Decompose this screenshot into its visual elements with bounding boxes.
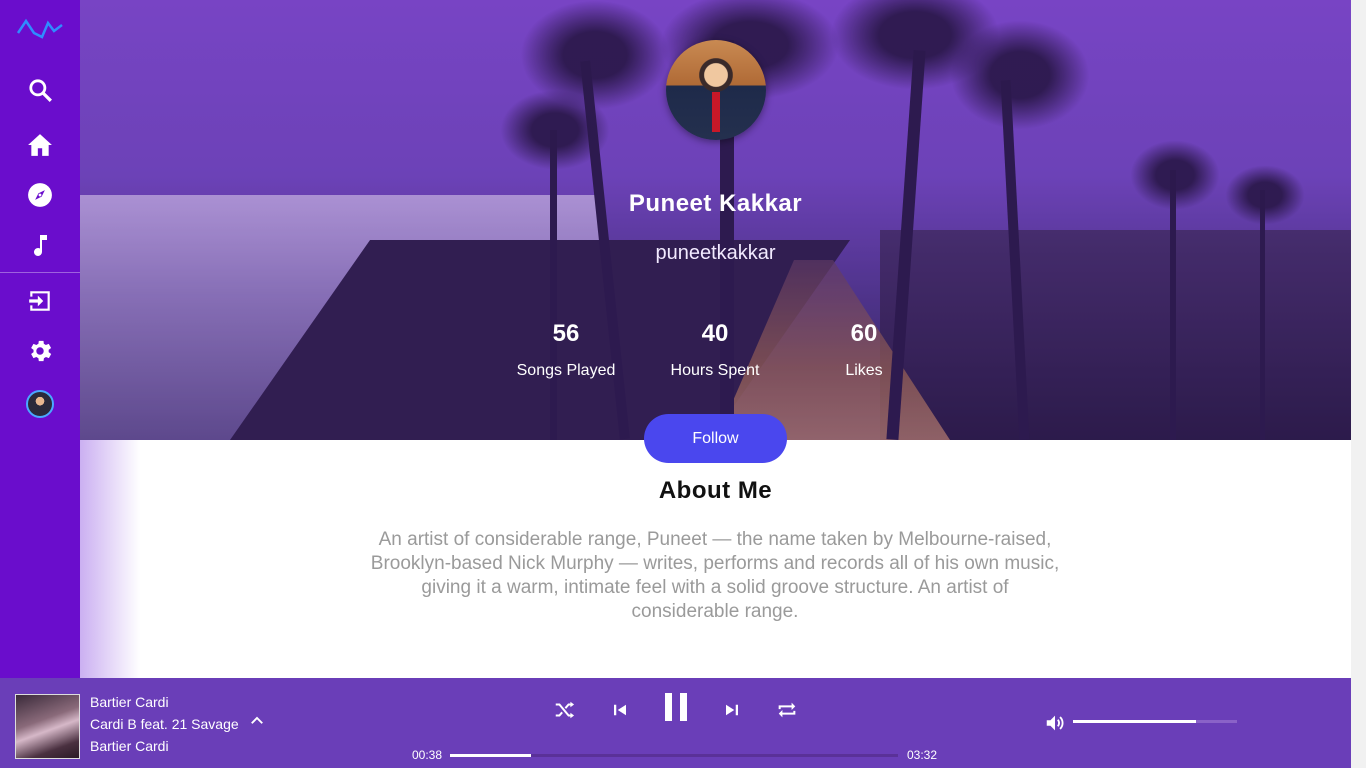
stat-hours-spent: 40 Hours Spent <box>640 320 790 380</box>
follow-button[interactable]: Follow <box>644 414 787 463</box>
pause-icon[interactable] <box>660 690 692 724</box>
next-icon[interactable] <box>718 696 746 724</box>
stat-songs-played: 56 Songs Played <box>491 320 641 380</box>
compass-icon[interactable] <box>0 173 80 217</box>
track-album: Bartier Cardi <box>90 738 169 754</box>
stat-likes: 60 Likes <box>789 320 939 380</box>
profile-avatar <box>666 40 766 140</box>
settings-icon[interactable] <box>0 329 80 373</box>
music-note-icon[interactable] <box>0 223 80 267</box>
sidebar-divider <box>0 272 80 273</box>
profile-hero: Puneet Kakkar puneetkakkar 56 Songs Play… <box>80 0 1351 440</box>
profile-name: Puneet Kakkar <box>628 190 803 217</box>
logo-wave-icon[interactable] <box>0 6 80 50</box>
stat-label: Likes <box>845 362 883 379</box>
profile-avatar-detail <box>712 92 720 132</box>
about-title: About Me <box>658 477 773 504</box>
volume-slider[interactable] <box>1073 720 1237 723</box>
page-scrollbar[interactable] <box>1351 0 1366 768</box>
progress-fill <box>450 754 531 757</box>
chevron-up-icon[interactable] <box>248 712 266 730</box>
track-artist: Cardi B feat. 21 Savage <box>90 716 239 732</box>
shuffle-icon[interactable] <box>550 696 578 724</box>
volume-fill <box>1073 720 1196 723</box>
sidebar <box>0 0 80 678</box>
profile-handle: puneetkakkar <box>655 242 776 264</box>
stat-label: Songs Played <box>516 362 616 379</box>
player-bar: Bartier Cardi Cardi B feat. 21 Savage Ba… <box>0 678 1351 768</box>
user-avatar-image <box>26 390 54 418</box>
stat-value: 40 <box>701 320 729 347</box>
repeat-icon[interactable] <box>773 696 801 724</box>
login-icon[interactable] <box>0 279 80 323</box>
sidebar-shadow <box>80 440 140 678</box>
progress-slider[interactable] <box>450 754 898 757</box>
stat-value: 60 <box>850 320 878 347</box>
avatar[interactable] <box>0 382 80 426</box>
search-icon[interactable] <box>0 68 80 112</box>
elapsed-time: 00:38 <box>412 748 443 762</box>
volume-icon[interactable] <box>1044 712 1066 734</box>
duration-time: 03:32 <box>907 748 938 762</box>
stat-label: Hours Spent <box>670 362 760 379</box>
album-art[interactable] <box>15 694 80 759</box>
about-text: An artist of considerable range, Puneet … <box>370 529 1060 622</box>
home-icon[interactable] <box>0 123 80 167</box>
stat-value: 56 <box>552 320 580 347</box>
previous-icon[interactable] <box>606 696 634 724</box>
track-title: Bartier Cardi <box>90 694 169 710</box>
